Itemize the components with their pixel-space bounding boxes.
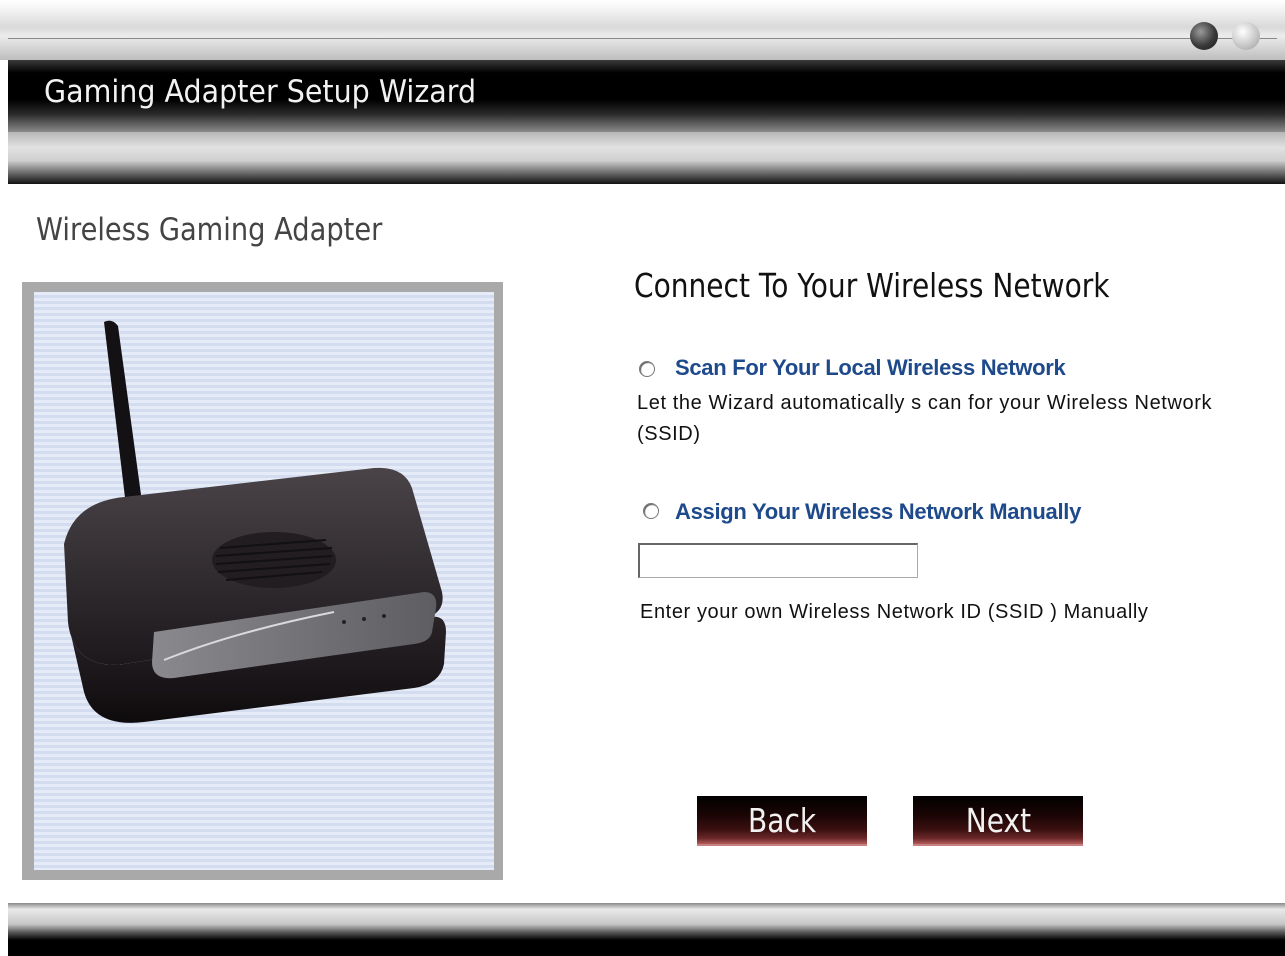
scan-network-radio[interactable]: [639, 361, 655, 377]
header-underbar: [8, 132, 1285, 184]
close-icon[interactable]: [1232, 22, 1260, 50]
back-button-label: Back: [747, 800, 817, 840]
scan-network-description: Let the Wizard automatically s can for y…: [637, 392, 1213, 445]
footer-bar: [8, 903, 1285, 956]
back-button[interactable]: Back: [697, 796, 867, 846]
top-divider: [8, 38, 1277, 39]
next-button-label: Next: [965, 800, 1031, 840]
manual-network-radio[interactable]: [643, 503, 659, 519]
router-illustration: [64, 320, 446, 723]
title-bar: Gaming Adapter Setup Wizard: [8, 60, 1285, 132]
next-button[interactable]: Next: [913, 796, 1083, 846]
scan-network-option-label[interactable]: Scan For Your Local Wireless Network: [675, 355, 1066, 381]
manual-network-option-label[interactable]: Assign Your Wireless Network Manually: [675, 499, 1081, 525]
manual-network-description: Enter your own Wireless Network ID (SSID…: [640, 601, 1149, 623]
ssid-input[interactable]: [638, 543, 918, 578]
window-title: Gaming Adapter Setup Wizard: [44, 74, 477, 110]
product-image-frame: [22, 282, 503, 880]
section-heading: Connect To Your Wireless Network: [634, 266, 1110, 305]
window-top-strip: [0, 0, 1285, 60]
product-title: Wireless Gaming Adapter: [36, 212, 383, 248]
product-image: [34, 292, 494, 870]
minimize-icon[interactable]: [1190, 22, 1218, 50]
